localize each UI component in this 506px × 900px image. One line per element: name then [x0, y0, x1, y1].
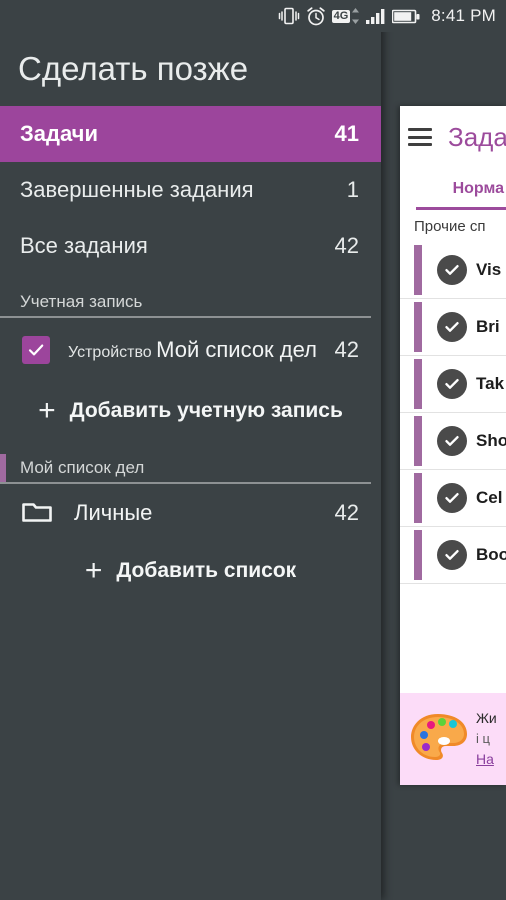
sidebar-item-completed[interactable]: Завершенные задания 1 — [0, 162, 381, 218]
main-toolbar: Зада — [400, 106, 506, 168]
drawer-body: Задачи 41 Завершенные задания 1 Все зада… — [0, 106, 381, 600]
task-priority-bar — [414, 416, 422, 466]
main-content-panel: Зада Норма Прочие сп Vis Bri Tak Sho Cel… — [400, 106, 506, 785]
check-circle-icon[interactable] — [437, 426, 467, 456]
task-title: Vis — [476, 260, 502, 279]
task-priority-bar — [414, 302, 422, 352]
account-texts: Устройство Мой список дел — [68, 336, 325, 365]
data-transfer-icon — [351, 7, 360, 25]
main-panel-title: Зада — [448, 121, 506, 152]
check-circle-icon[interactable] — [437, 540, 467, 570]
plus-icon: + — [38, 394, 56, 427]
sidebar-item-all-tasks[interactable]: Все задания 42 — [0, 218, 381, 274]
sidebar-item-label: Завершенные задания — [20, 177, 254, 202]
main-tab-bar: Норма — [400, 168, 506, 210]
status-bar: 4G 8:41 PM — [0, 0, 506, 32]
table-row[interactable]: Cel — [400, 470, 506, 527]
signal-icon — [366, 8, 386, 24]
list-item[interactable]: Личные 42 — [0, 484, 381, 542]
promo-banner[interactable]: Жи і ц На — [400, 693, 506, 785]
task-priority-bar — [414, 359, 422, 409]
task-title: Boo — [476, 545, 506, 564]
add-account-button[interactable]: + Добавить учетную запись — [0, 382, 381, 440]
check-circle-icon[interactable] — [437, 483, 467, 513]
section-header-label: Мой список дел — [20, 458, 145, 477]
list-item-count: 42 — [334, 500, 359, 525]
alarm-icon — [306, 6, 326, 26]
drawer-header: Сделать позже — [0, 32, 381, 106]
tab-indicator — [416, 207, 506, 210]
task-list: Vis Bri Tak Sho Cel Boo — [400, 242, 506, 584]
account-section-header: Учетная запись — [0, 286, 381, 318]
lists-section-header: Мой список дел — [0, 452, 381, 484]
table-row[interactable]: Boo — [400, 527, 506, 584]
section-header-label: Учетная запись — [20, 292, 143, 311]
plus-icon: + — [84, 554, 103, 587]
page-title: Сделать позже — [18, 50, 249, 87]
account-row[interactable]: Устройство Мой список дел 42 — [0, 318, 381, 382]
palette-icon — [408, 711, 470, 768]
status-time: 8:41 PM — [431, 6, 496, 25]
task-priority-bar — [414, 530, 422, 580]
battery-icon — [392, 9, 420, 24]
promo-line-1: Жи — [476, 710, 497, 727]
other-lists-label: Прочие сп — [400, 210, 506, 242]
navigation-drawer: Сделать позже Задачи 41 Завершенные зада… — [0, 0, 381, 900]
hamburger-icon[interactable] — [408, 128, 432, 146]
sidebar-item-count: 41 — [334, 121, 359, 146]
promo-line-2: і ц — [476, 731, 490, 747]
account-name-label: Мой список дел — [156, 336, 317, 362]
table-row[interactable]: Bri — [400, 299, 506, 356]
sidebar-item-count: 42 — [334, 233, 359, 258]
vibrate-icon — [278, 7, 300, 25]
task-title: Tak — [476, 374, 505, 393]
task-priority-bar — [414, 245, 422, 295]
4g-badge: 4G — [331, 9, 351, 23]
section-accent-bar — [0, 454, 6, 482]
sidebar-item-tasks[interactable]: Задачи 41 — [0, 106, 381, 162]
sidebar-item-label: Все задания — [20, 233, 148, 258]
account-sub-label: Устройство — [68, 343, 152, 361]
task-priority-bar — [414, 473, 422, 523]
divider — [0, 316, 371, 318]
table-row[interactable]: Tak — [400, 356, 506, 413]
tab-normal[interactable]: Норма — [453, 180, 506, 198]
divider — [0, 482, 371, 484]
table-row[interactable]: Vis — [400, 242, 506, 299]
add-list-button[interactable]: + Добавить список — [0, 542, 381, 600]
task-title: Bri — [476, 317, 500, 336]
promo-text: Жи і ц На — [476, 708, 497, 770]
sidebar-item-count: 1 — [346, 177, 359, 202]
promo-link[interactable]: На — [476, 749, 497, 770]
add-account-label: Добавить учетную запись — [69, 399, 343, 422]
folder-icon — [22, 499, 52, 528]
table-row[interactable]: Sho — [400, 413, 506, 470]
list-item-label: Личные — [74, 500, 153, 525]
account-checkbox[interactable] — [22, 336, 50, 364]
add-list-label: Добавить список — [116, 559, 297, 582]
check-circle-icon[interactable] — [437, 369, 467, 399]
task-title: Sho — [476, 431, 506, 450]
account-count: 42 — [334, 337, 359, 362]
check-circle-icon[interactable] — [437, 312, 467, 342]
sidebar-item-label: Задачи — [20, 121, 98, 146]
check-circle-icon[interactable] — [437, 255, 467, 285]
task-title: Cel — [476, 488, 503, 507]
